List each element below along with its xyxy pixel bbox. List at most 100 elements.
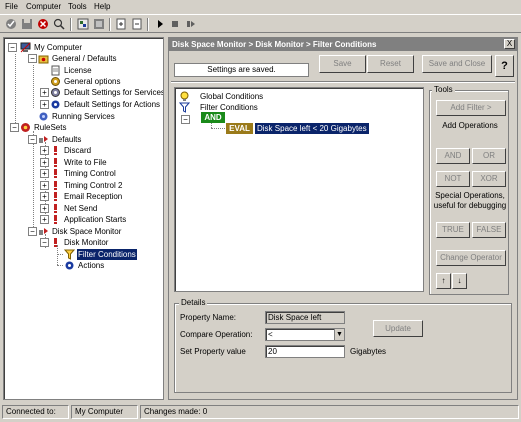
filter-icon (63, 249, 76, 260)
expand-toggle[interactable]: + (40, 169, 49, 178)
not-button[interactable]: NOT (436, 171, 470, 187)
divider (171, 81, 515, 83)
print-icon[interactable] (92, 17, 106, 31)
collapse-toggle[interactable]: − (10, 123, 19, 132)
collapse-toggle[interactable]: − (40, 238, 49, 247)
check-icon[interactable] (4, 17, 18, 31)
compare-operation-label: Compare Operation: (180, 330, 253, 339)
property-value-input[interactable]: 20 (265, 345, 345, 358)
expand-toggle[interactable]: + (40, 100, 49, 109)
ruleset-icon (38, 226, 49, 237)
property-name-field: Disk Space left (265, 311, 345, 324)
save-status: Settings are saved. (174, 63, 309, 77)
collapse-toggle[interactable]: − (28, 227, 37, 236)
add-operations-label: Add Operations (442, 121, 498, 130)
connected-value: My Computer (71, 405, 138, 419)
toolbar (0, 14, 521, 33)
expand-toggle[interactable]: + (40, 215, 49, 224)
rule-icon (50, 203, 61, 214)
collapse-toggle[interactable]: − (28, 54, 37, 63)
set-property-label: Set Property value (180, 347, 246, 356)
collapse-toggle[interactable]: − (28, 135, 37, 144)
search-icon[interactable] (52, 17, 66, 31)
chevron-down-icon[interactable]: ▼ (334, 329, 344, 340)
toolbar-separator (109, 18, 111, 31)
filter-conditions-panel: Disk Space Monitor > Disk Monitor > Filt… (168, 37, 518, 400)
compare-operation-select[interactable]: < ▼ (265, 328, 345, 341)
add-filter-button[interactable]: Add Filter > (436, 100, 506, 116)
changes-made: Changes made: 0 (140, 405, 519, 419)
move-down-button[interactable]: ↓ (452, 273, 467, 289)
rule-icon (50, 237, 61, 248)
reset-button[interactable]: Reset (367, 55, 414, 73)
toolbar-separator (70, 18, 72, 31)
step-icon[interactable] (184, 17, 198, 31)
tree-line (33, 65, 34, 108)
compare-value: < (268, 330, 273, 339)
lightbulb-icon (179, 91, 190, 102)
menu-file[interactable]: File (5, 2, 18, 11)
panel-title: Disk Space Monitor > Disk Monitor > Filt… (169, 38, 517, 51)
save-and-close-button[interactable]: Save and Close (422, 55, 492, 73)
export-icon[interactable] (114, 17, 128, 31)
conditions-tree[interactable]: Global Conditions Filter Conditions − AN… (174, 87, 424, 292)
import-icon[interactable] (130, 17, 144, 31)
expand-toggle[interactable]: + (40, 204, 49, 213)
delete-icon[interactable] (36, 17, 50, 31)
menu-computer[interactable]: Computer (26, 2, 61, 11)
details-group: Details Property Name: Disk Space left C… (174, 298, 512, 393)
menu-tools[interactable]: Tools (68, 2, 87, 11)
eval-tag[interactable]: EVAL (226, 123, 253, 134)
false-button[interactable]: FALSE (472, 222, 506, 238)
ruleset-icon (38, 134, 49, 145)
rule-icon (50, 157, 61, 168)
update-button[interactable]: Update (373, 320, 423, 337)
rulesets-icon (20, 122, 31, 133)
options-icon (50, 76, 61, 87)
tools-label: Tools (432, 85, 455, 94)
services-icon (38, 111, 49, 122)
folder-icon (38, 53, 49, 64)
eval-condition[interactable]: Disk Space left < 20 Gigabytes (255, 123, 369, 134)
change-operator-button[interactable]: Change Operator (436, 250, 506, 266)
actions-icon (64, 260, 75, 271)
special-ops-label-2: useful for debugging (433, 201, 507, 210)
connected-label: Connected to: (2, 405, 69, 419)
expand-toggle[interactable]: + (40, 192, 49, 201)
expand-toggle[interactable]: + (40, 146, 49, 155)
unit-label: Gigabytes (350, 347, 387, 356)
details-label: Details (179, 298, 208, 307)
gear-icon (50, 87, 61, 98)
tree-icon[interactable] (76, 17, 90, 31)
true-button[interactable]: TRUE (436, 222, 470, 238)
save-button[interactable]: Save (319, 55, 366, 73)
status-bar: Connected to: My Computer Changes made: … (0, 403, 521, 422)
stop-icon[interactable] (168, 17, 182, 31)
special-ops-label-1: Special Operations, (435, 191, 505, 200)
expand-toggle[interactable]: + (40, 181, 49, 190)
or-button[interactable]: OR (472, 148, 506, 164)
tree-line (57, 254, 63, 255)
and-button[interactable]: AND (436, 148, 470, 164)
rule-icon (50, 191, 61, 202)
close-button[interactable]: X (504, 39, 515, 49)
license-icon (50, 65, 61, 76)
tree-line (33, 131, 34, 235)
save-icon[interactable] (20, 17, 34, 31)
xor-button[interactable]: XOR (472, 171, 506, 187)
move-up-button[interactable]: ↑ (436, 273, 451, 289)
toolbar-separator (147, 18, 149, 31)
navigation-tree[interactable]: − My Computer − General / Defaults Licen… (3, 37, 164, 400)
actions-icon (50, 99, 61, 110)
expand-toggle[interactable]: + (40, 158, 49, 167)
property-name-label: Property Name: (180, 313, 237, 322)
and-operator[interactable]: AND (201, 112, 225, 123)
play-icon[interactable] (153, 17, 167, 31)
help-button[interactable]: ? (495, 55, 514, 77)
expand-toggle[interactable]: + (40, 88, 49, 97)
collapse-toggle[interactable]: − (8, 43, 17, 52)
computer-icon (20, 42, 31, 53)
rule-icon (50, 145, 61, 156)
collapse-toggle[interactable]: − (181, 115, 190, 124)
menu-help[interactable]: Help (94, 2, 110, 11)
